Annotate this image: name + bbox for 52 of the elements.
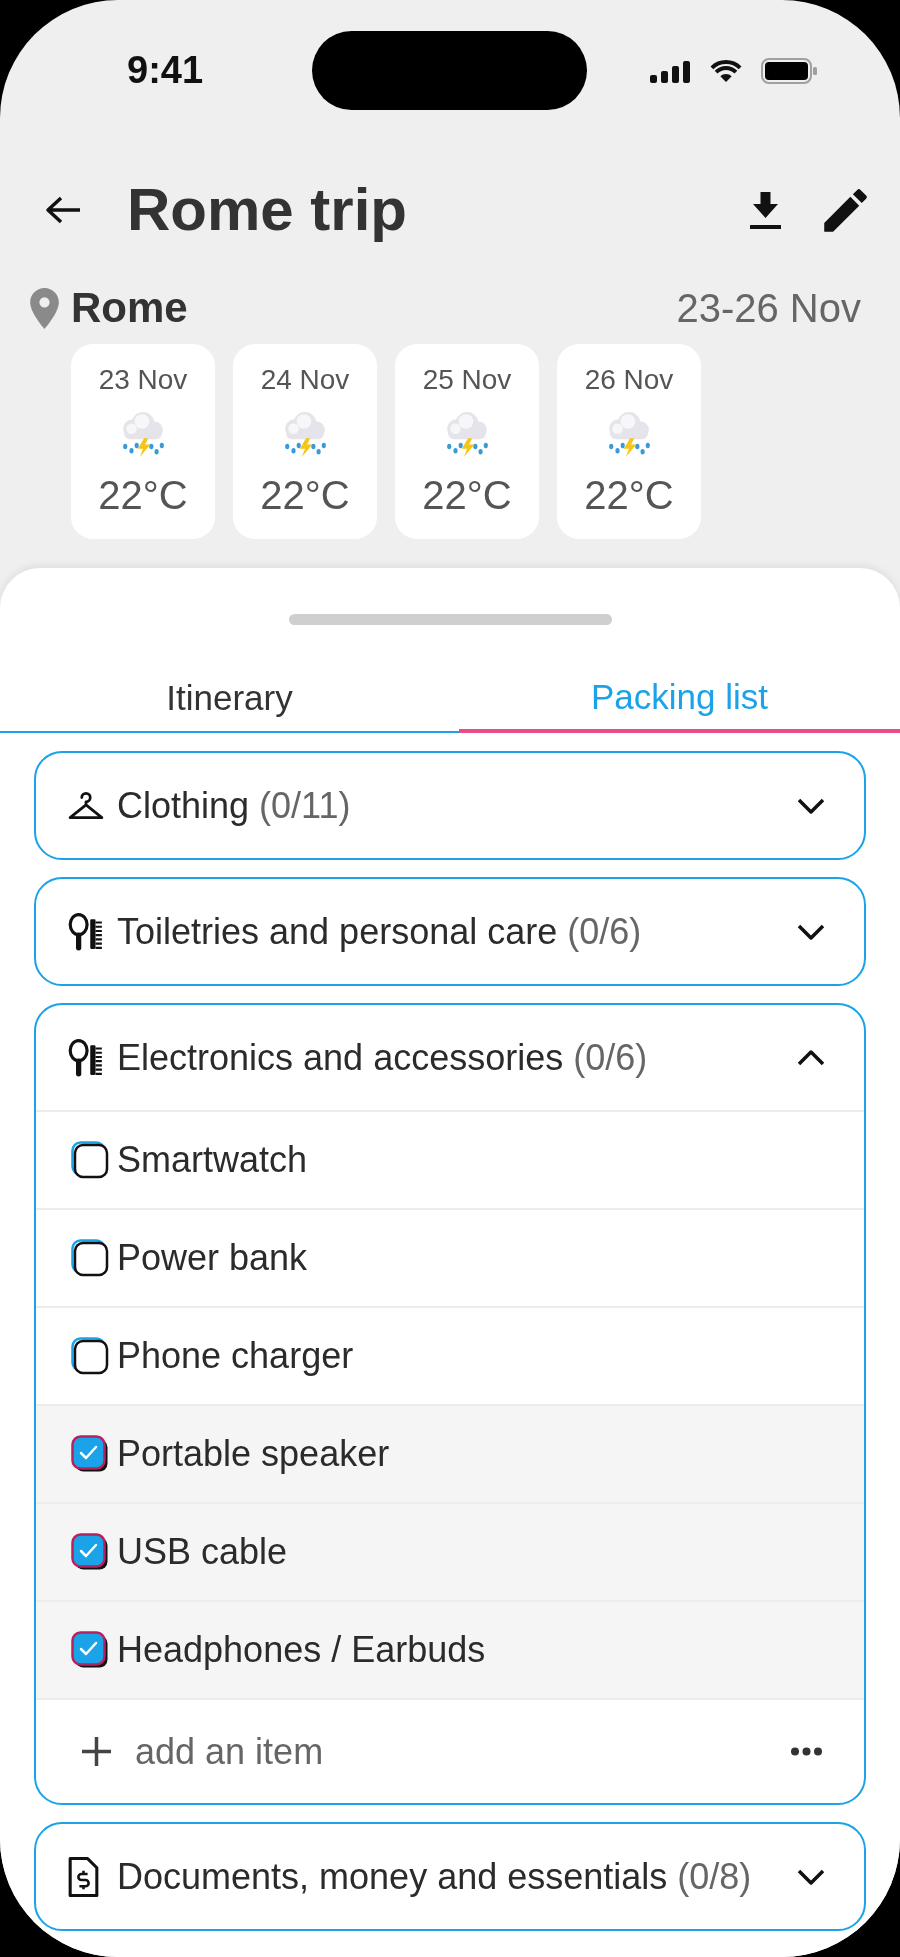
item-label: Phone charger bbox=[117, 1335, 354, 1377]
forecast-date: 23 Nov bbox=[98, 363, 188, 397]
item-count: (0/6) bbox=[573, 1036, 648, 1079]
status-time: 9:41 bbox=[127, 49, 205, 92]
checkbox[interactable] bbox=[71, 1533, 109, 1571]
chevron-down-icon[interactable] bbox=[796, 1867, 826, 1886]
plus-icon bbox=[81, 1736, 112, 1767]
forecast-date: 26 Nov bbox=[584, 363, 674, 397]
drag-handle[interactable] bbox=[288, 614, 612, 625]
checkbox[interactable] bbox=[71, 1141, 109, 1179]
forecast-temperature: 22°C bbox=[584, 473, 674, 517]
checkbox[interactable] bbox=[71, 1435, 109, 1473]
mirror-comb-icon bbox=[68, 1038, 103, 1077]
category-title: Electronics and accessories bbox=[117, 1036, 564, 1079]
forecast-date: 25 Nov bbox=[422, 363, 512, 397]
more-icon[interactable] bbox=[791, 1747, 822, 1756]
item-count: (0/11) bbox=[259, 784, 351, 827]
location-name: Rome bbox=[71, 284, 188, 332]
chevron-down-icon[interactable] bbox=[796, 922, 826, 941]
download-icon[interactable] bbox=[749, 190, 782, 230]
checkbox[interactable] bbox=[71, 1631, 109, 1669]
item-label: Power bank bbox=[117, 1237, 308, 1279]
signal-icon bbox=[650, 58, 691, 83]
mirror-comb-icon bbox=[68, 912, 103, 951]
location-pin-icon bbox=[30, 287, 59, 329]
wifi-icon bbox=[709, 58, 743, 83]
forecast-temperature: 22°C bbox=[422, 473, 512, 517]
chevron-down-icon[interactable] bbox=[796, 796, 826, 815]
item-count: (0/6) bbox=[567, 910, 642, 953]
forecast-temperature: 22°C bbox=[98, 473, 188, 517]
item-label: USB cable bbox=[117, 1531, 288, 1573]
left-arrow-icon[interactable] bbox=[44, 194, 82, 226]
item-label: Smartwatch bbox=[117, 1139, 308, 1181]
pencil-icon[interactable] bbox=[824, 188, 867, 232]
add-item-button[interactable]: add an item bbox=[81, 1730, 324, 1773]
category-title: Toiletries and personal care bbox=[117, 910, 558, 953]
tab[interactable]: Itinerary bbox=[0, 665, 459, 733]
chevron-up-icon[interactable] bbox=[796, 1048, 826, 1067]
trip-dates: 23-26 Nov bbox=[676, 285, 861, 331]
checkbox[interactable] bbox=[71, 1337, 109, 1375]
item-label: Headphones / Earbuds bbox=[117, 1629, 486, 1671]
hanger-icon bbox=[68, 790, 104, 821]
battery-icon bbox=[761, 57, 818, 84]
item-label: Portable speaker bbox=[117, 1433, 390, 1475]
dollar-document-icon bbox=[68, 1856, 99, 1897]
page-title: Rome trip bbox=[127, 177, 408, 243]
category-title: Clothing bbox=[117, 784, 250, 827]
checkbox[interactable] bbox=[71, 1239, 109, 1277]
item-count: (0/8) bbox=[677, 1855, 752, 1898]
category-title: Documents, money and essentials bbox=[117, 1855, 668, 1898]
forecast-date: 24 Nov bbox=[260, 363, 350, 397]
forecast-temperature: 22°C bbox=[260, 473, 350, 517]
